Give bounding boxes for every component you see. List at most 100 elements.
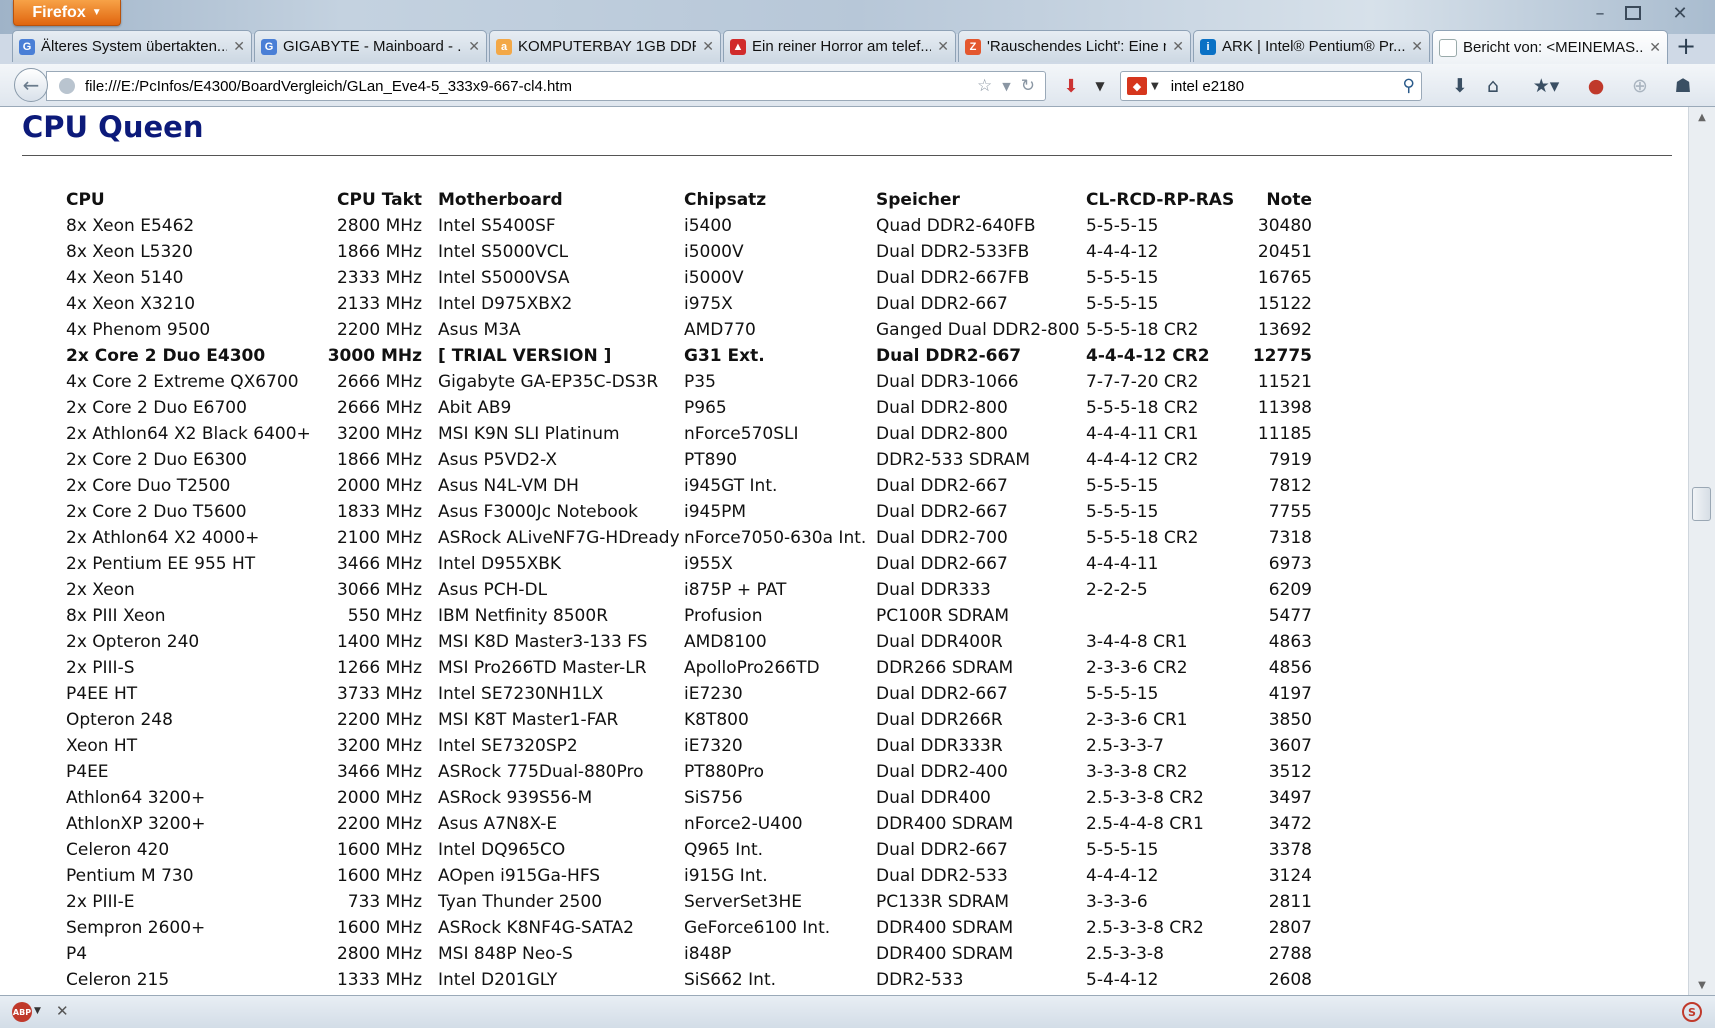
chevron-down-icon[interactable]: ▼ [1151,81,1159,92]
firefox-menu-button[interactable]: Firefox ▼ [13,0,121,26]
search-input[interactable]: intel e2180 [1171,78,1403,95]
search-icon[interactable]: ⚲ [1403,76,1415,96]
browser-tab[interactable]: a KOMPUTERBAY 1GB DDR ... ✕ [489,30,721,62]
header-motherboard: Motherboard [438,190,563,210]
close-tab-icon[interactable]: ✕ [468,38,480,55]
downloads-button[interactable]: ⬇ [1447,74,1473,98]
browser-tab[interactable]: Bericht von: <MEINEMAS... ✕ [1432,30,1668,64]
cell-motherboard: [ TRIAL VERSION ] [438,346,612,366]
addon-plus-button[interactable]: ⊕ [1627,74,1653,98]
cell-motherboard: Asus A7N8X-E [438,814,558,834]
cell-cpu-takt: 3466 MHz [336,762,422,782]
browser-tab[interactable]: i ARK | Intel® Pentium® Pr... ✕ [1193,30,1430,62]
chevron-down-icon[interactable]: ▼ [34,1006,41,1016]
cell-speicher: DDR266 SDRAM [876,658,1014,678]
table-row: 8x Xeon E5462 2800 MHz Intel S5400SF i5400 Q… [66,213,1312,239]
table-row: 2x Athlon64 X2 Black 6400+ 3200 MHz MSI K9… [66,421,1312,447]
tab-label: Älteres System übertakten... [41,38,228,55]
new-tab-button[interactable]: + [1672,32,1700,60]
table-row: 2x Opteron 240 1400 MHz MSI K8D Master3-13… [66,629,1312,655]
cell-speicher: DDR400 SDRAM [876,944,1014,964]
home-button[interactable]: ⌂ [1480,74,1506,98]
browser-tab[interactable]: G GIGABYTE - Mainboard - ... ✕ [254,30,487,62]
cell-cpu: 4x Phenom 9500 [66,320,211,340]
tab-label: GIGABYTE - Mainboard - ... [283,38,463,55]
search-bar[interactable]: ◆ ▼ intel e2180 ⚲ [1120,71,1422,101]
table-row: AthlonXP 3200+ 2200 MHz Asus A7N8X-E nForce… [66,811,1312,837]
cell-note: 6209 [1268,580,1312,600]
reload-icon[interactable]: ↻ [1021,76,1035,96]
cell-timings: 4-4-4-12 [1086,866,1159,886]
cell-note: 13692 [1257,320,1312,340]
cell-cpu-takt: 3000 MHz [327,346,422,366]
addon-lock-button[interactable]: ☗ [1670,74,1696,98]
search-engine-icon[interactable]: ◆ [1127,77,1147,95]
maximize-button[interactable] [1619,2,1647,24]
cell-note: 30480 [1257,216,1312,236]
cell-motherboard: ASRock ALiveNF7G-HDready [438,528,680,548]
cell-motherboard: Asus N4L-VM DH [438,476,579,496]
cell-speicher: DDR2-533 [876,970,964,990]
bookmarks-menu-button[interactable]: ★▾ [1526,74,1566,98]
cell-cpu-takt: 1866 MHz [336,450,422,470]
url-text[interactable]: file:///E:/PcInfos/E4300/BoardVergleich/… [85,78,977,95]
cell-speicher: Dual DDR333R [876,736,1003,756]
history-dropdown-icon[interactable]: ▼ [1002,80,1010,93]
addon-download-button[interactable]: ⬇ [1056,74,1086,98]
table-row: P4EE HT 3733 MHz Intel SE7230NH1LX iE7230 Du… [66,681,1312,707]
header-cpu-takt: CPU Takt [337,190,422,210]
cell-motherboard: ASRock 939S56-M [438,788,593,808]
cell-cpu: P4EE HT [66,684,138,704]
browser-tab[interactable]: ▲ Ein reiner Horror am telef... ✕ [723,30,956,62]
cell-note: 7919 [1268,450,1312,470]
cell-timings [1086,603,1236,629]
vertical-scrollbar[interactable]: ▲ ▼ [1688,107,1715,995]
close-tab-icon[interactable]: ✕ [702,38,714,55]
cell-timings: 5-5-5-15 [1086,294,1159,314]
addon-dropdown-button[interactable]: ▼ [1090,74,1110,98]
cell-speicher: Dual DDR2-667 [876,554,1008,574]
cell-motherboard: AOpen i915Ga-HFS [438,866,601,886]
addon-status-icon[interactable]: S [1682,1002,1702,1022]
close-tab-icon[interactable]: ✕ [1411,38,1423,55]
cell-cpu: 2x Athlon64 X2 4000+ [66,528,260,548]
close-tab-icon[interactable]: ✕ [233,38,245,55]
cell-timings: 5-5-5-18 CR2 [1086,398,1199,418]
close-tab-icon[interactable]: ✕ [1172,38,1184,55]
url-bar[interactable]: file:///E:/PcInfos/E4300/BoardVergleich/… [46,71,1046,101]
addon-c-button[interactable]: ● [1583,74,1609,98]
table-row: 2x Core 2 Duo E4300 3000 MHz [ TRIAL VERSI… [66,343,1312,369]
cell-note: 3124 [1268,866,1312,886]
cell-chipsatz: nForce570SLI [684,424,799,444]
cell-cpu-takt: 2666 MHz [336,398,422,418]
cell-cpu: 4x Xeon X3210 [66,294,196,314]
adblock-plus-icon[interactable]: ABP [12,1002,32,1022]
cell-speicher: Dual DDR2-667 [876,346,1022,366]
cell-motherboard: Intel D955XBK [438,554,562,574]
close-tab-icon[interactable]: ✕ [1649,39,1661,56]
cell-speicher: Dual DDR2-667 [876,502,1008,522]
cell-timings: 2.5-3-3-7 [1086,736,1164,756]
cell-note: 4863 [1268,632,1312,652]
close-tab-icon[interactable]: ✕ [937,38,949,55]
chevron-down-icon: ▼ [91,7,102,18]
bookmark-star-icon[interactable]: ☆ [977,76,992,96]
cell-motherboard: Asus M3A [438,320,521,340]
browser-tab[interactable]: Z 'Rauschendes Licht': Eine n... ✕ [958,30,1191,62]
cell-timings: 4-4-4-12 [1086,242,1159,262]
page-identity-icon[interactable] [59,78,75,94]
minimize-button[interactable]: – [1586,2,1614,24]
close-window-button[interactable]: ✕ [1666,2,1694,24]
scroll-down-arrow-icon[interactable]: ▼ [1689,977,1715,993]
scrollbar-thumb[interactable] [1692,487,1711,521]
back-button[interactable]: ← [14,68,48,102]
cell-timings: 3-4-4-8 CR1 [1086,632,1188,652]
cell-note: 3497 [1268,788,1312,808]
red-flag-icon: ▲ [730,38,746,55]
cell-motherboard: MSI 848P Neo-S [438,944,573,964]
cell-cpu: 8x PIII Xeon [66,606,166,626]
browser-tab[interactable]: G Älteres System übertakten... ✕ [12,30,252,62]
close-addon-bar-icon[interactable]: ✕ [56,1002,69,1020]
scroll-up-arrow-icon[interactable]: ▲ [1689,109,1715,125]
cell-cpu: 2x Core 2 Duo T5600 [66,502,247,522]
